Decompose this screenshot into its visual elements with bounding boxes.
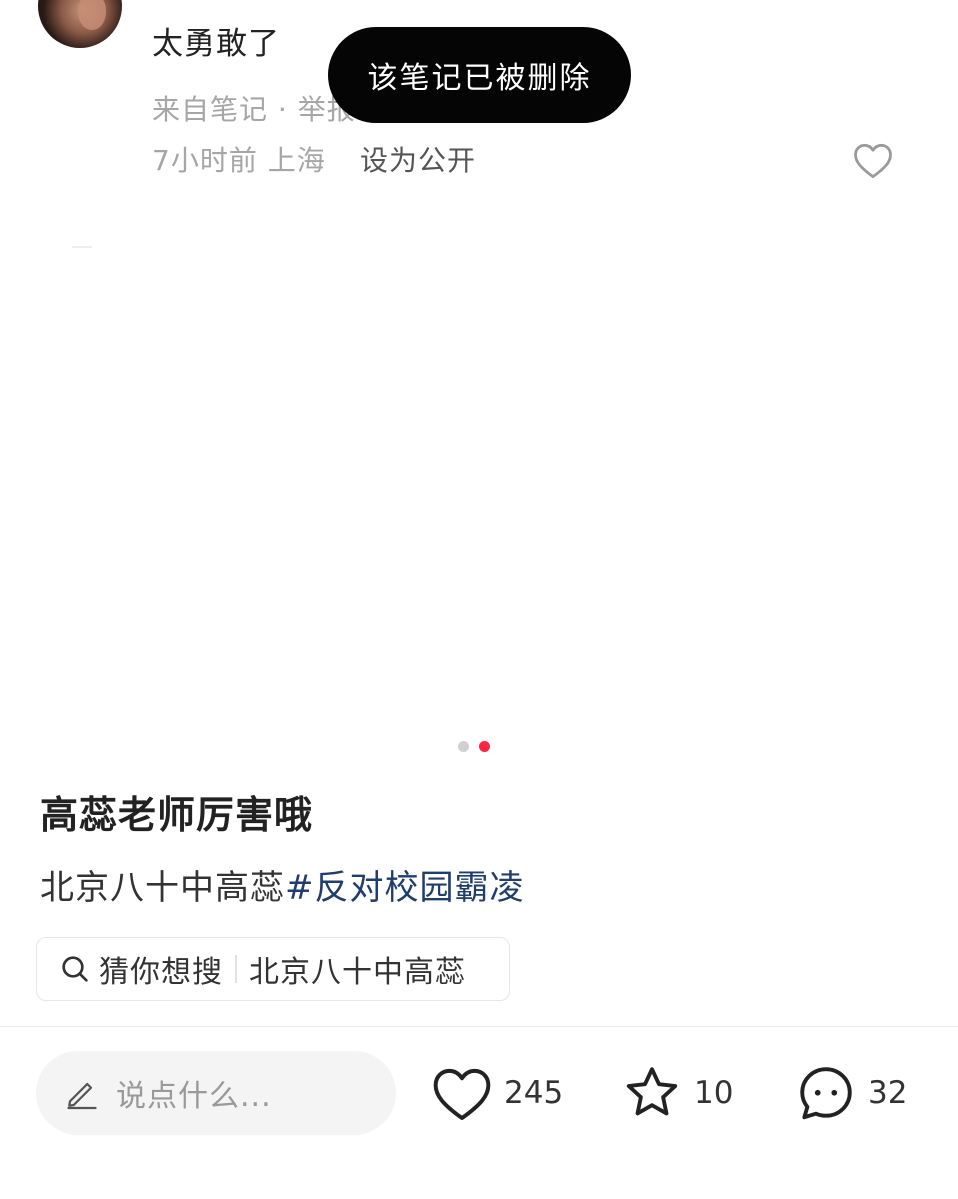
comment-button[interactable]: 32 [794, 1060, 907, 1126]
note-body: 北京八十中高蕊#反对校园霸凌 [40, 860, 525, 909]
comment-input-placeholder: 说点什么... [116, 1079, 272, 1114]
note-title: 高蕊老师厉害哦 [40, 793, 314, 837]
comment-source-report[interactable]: 来自笔记 · 举报 [152, 88, 356, 128]
note-detail-page: 太勇敢了 来自笔记 · 举报 7小时前 上海 设为公开 该笔记已被删除 高蕊老师… [0, 0, 958, 1199]
search-suggestion-label: 猜你想搜 [99, 955, 223, 990]
note-body-text: 北京八十中高蕊 [40, 868, 285, 908]
toast-text: 该笔记已被删除 [367, 61, 592, 96]
comment-count: 32 [868, 1075, 908, 1111]
collect-count: 10 [694, 1075, 734, 1111]
search-suggestion-chip[interactable]: 猜你想搜 北京八十中高蕊 [36, 937, 510, 1001]
comment-input-field[interactable]: 说点什么... [36, 1051, 396, 1135]
commenter-avatar[interactable] [38, 0, 122, 48]
comment-time-location: 7小时前 上海 [152, 144, 326, 177]
toast-message: 该笔记已被删除 [328, 27, 631, 123]
divider-fragment [72, 246, 92, 248]
set-public-button[interactable]: 设为公开 [360, 139, 476, 179]
star-icon [626, 1067, 678, 1116]
comment-text: 太勇敢了 [152, 26, 280, 62]
carousel-dot-1[interactable] [458, 741, 469, 752]
carousel-dot-2-active[interactable] [479, 741, 490, 752]
collect-button[interactable]: 10 [620, 1060, 733, 1126]
like-button[interactable]: 245 [430, 1060, 563, 1126]
like-count: 245 [504, 1075, 564, 1111]
search-suggestion-separator [235, 955, 237, 983]
bottom-bar-divider [0, 1026, 958, 1027]
commenter-name-cropped [152, 0, 322, 4]
search-icon [62, 956, 88, 982]
search-suggestion-query: 北京八十中高蕊 [249, 955, 466, 990]
heart-outline-icon [854, 143, 892, 179]
heart-icon [433, 1068, 491, 1121]
note-hashtag-link[interactable]: #反对校园霸凌 [285, 868, 525, 908]
comment-like-button[interactable] [852, 140, 894, 180]
comment-bubble-icon [800, 1067, 852, 1120]
pencil-icon [67, 1082, 97, 1110]
